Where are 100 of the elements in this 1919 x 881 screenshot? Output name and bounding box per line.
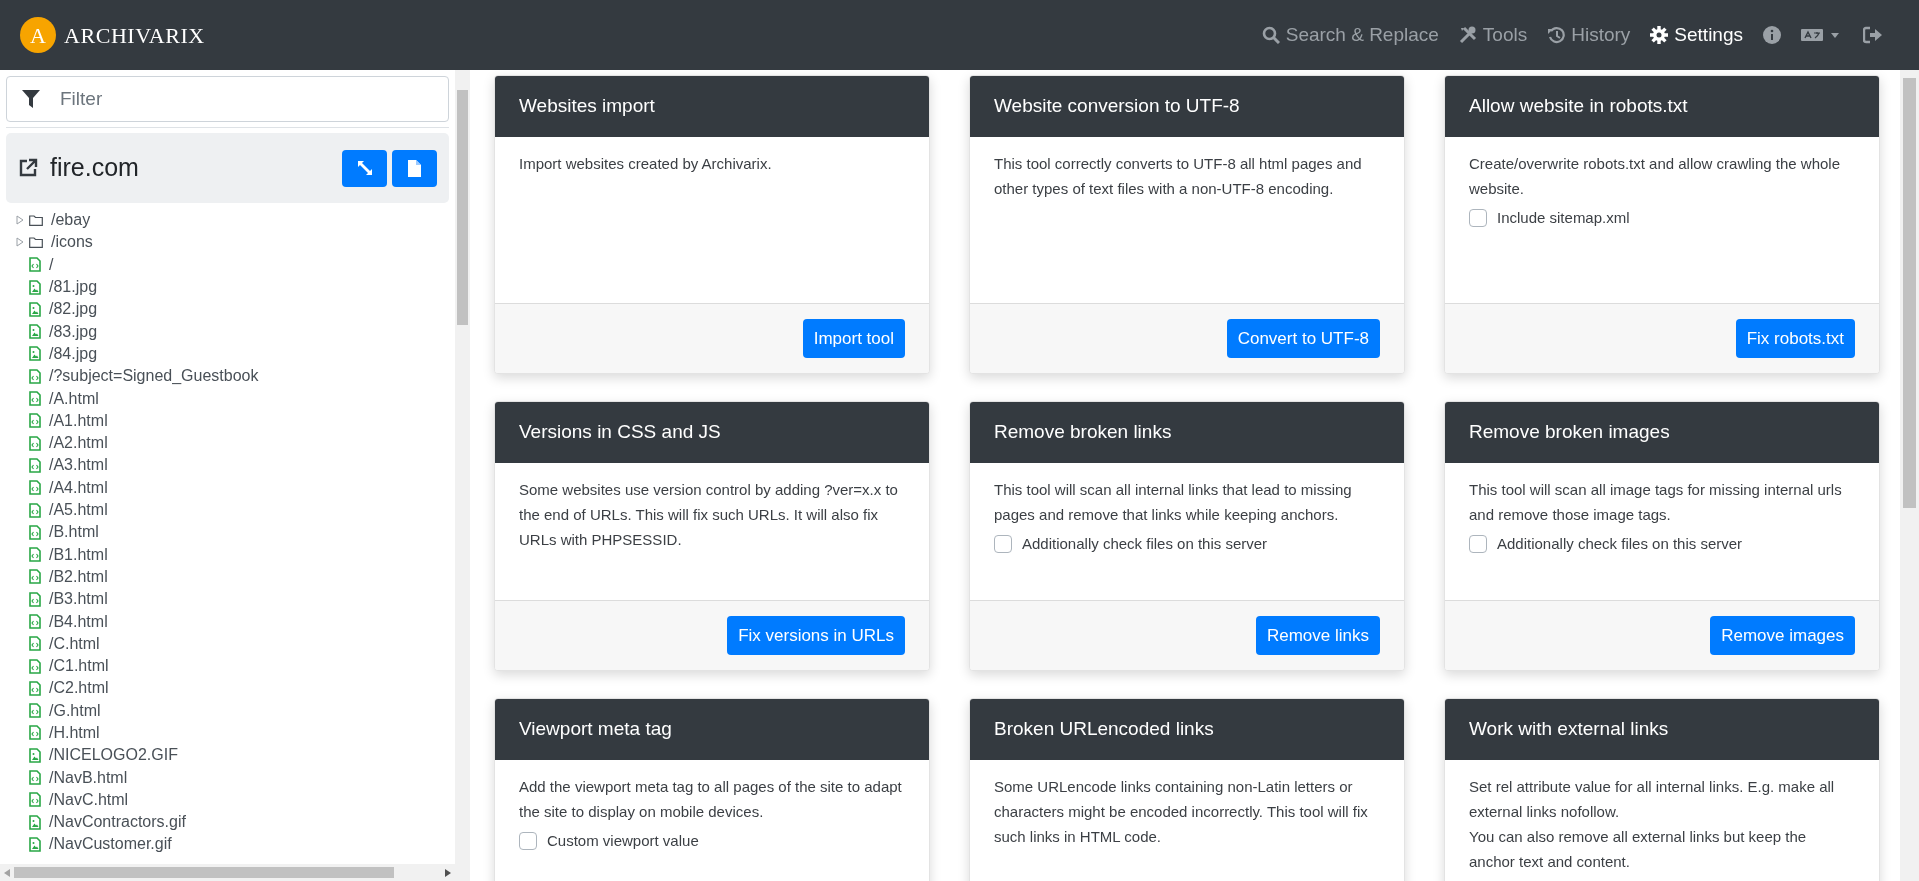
vertical-scrollbar[interactable] <box>455 70 470 881</box>
file-item[interactable]: /B4.html <box>49 609 108 634</box>
folder-item[interactable]: /icons <box>51 230 93 255</box>
file-item[interactable]: /?subject=Signed_Guestbook <box>49 364 259 389</box>
code-file-icon <box>29 435 41 451</box>
checkbox[interactable] <box>1469 208 1487 227</box>
nav-link[interactable]: Tools <box>1458 20 1528 50</box>
file-item[interactable]: /A3.html <box>49 453 108 478</box>
filter-icon <box>22 89 40 109</box>
action-button[interactable]: Import tool <box>802 319 905 358</box>
card-title: Viewport meta tag <box>519 717 672 742</box>
file-item[interactable]: /C1.html <box>49 654 109 679</box>
file-item[interactable]: /83.jpg <box>49 319 98 344</box>
file-item[interactable]: /B2.html <box>49 564 108 589</box>
card-description: Some URLencode links containing non-Latin letters or characters might be encoded incorrectly. This tool will fix such links in HTML code. <box>994 777 1369 847</box>
expand-arrows-icon <box>356 160 373 176</box>
card-description: This tool correctly converts to UTF-8 all html pages and other types of text files with a non-UTF-8 encoding. <box>994 154 1363 199</box>
file-item[interactable]: /A4.html <box>49 475 108 500</box>
expand-button[interactable] <box>342 149 387 187</box>
folder-item[interactable]: /ebay <box>51 208 91 233</box>
code-file-icon <box>29 547 41 563</box>
action-button[interactable]: Fix versions in URLs <box>727 616 905 655</box>
new-file-button[interactable] <box>392 149 437 187</box>
action-button[interactable]: Remove images <box>1710 616 1855 655</box>
file-item[interactable]: /A2.html <box>49 431 108 456</box>
external-link-icon[interactable] <box>18 158 38 178</box>
file-item[interactable]: /81.jpg <box>49 275 98 300</box>
folder-icon <box>29 214 43 227</box>
tools-icon <box>1458 26 1477 44</box>
file-item[interactable]: /NavContractors.gif <box>49 810 186 835</box>
checkbox[interactable] <box>994 534 1012 553</box>
checkbox[interactable] <box>519 831 537 850</box>
code-file-icon <box>29 391 41 406</box>
nav-link[interactable]: History <box>1547 20 1631 50</box>
history-icon <box>1547 26 1566 44</box>
action-button[interactable]: Convert to UTF-8 <box>1226 319 1380 358</box>
file-item[interactable]: / <box>49 252 54 277</box>
file-icon <box>408 159 421 177</box>
file-item[interactable]: /A.html <box>49 386 99 411</box>
file-item[interactable]: /82.jpg <box>49 297 98 322</box>
checkbox-label: Additionally check files on this server <box>1497 534 1743 554</box>
code-file-icon <box>29 680 41 696</box>
card-title: Versions in CSS and JS <box>519 420 721 445</box>
file-item[interactable]: /G.html <box>49 698 101 723</box>
file-item[interactable]: /84.jpg <box>49 341 98 366</box>
card-title: Remove broken links <box>994 420 1172 445</box>
file-item[interactable]: /C2.html <box>49 676 109 701</box>
checkbox-label: Additionally check files on this server <box>1022 534 1268 554</box>
horizontal-scrollbar[interactable] <box>0 864 455 881</box>
code-file-icon <box>29 591 41 607</box>
file-item[interactable]: /H.html <box>49 721 100 745</box>
checkbox-label: Include sitemap.xml <box>1497 208 1630 228</box>
card-title: Allow website in robots.txt <box>1469 94 1688 119</box>
info-icon[interactable] <box>1763 26 1781 44</box>
nav-link[interactable]: Settings <box>1650 20 1743 50</box>
code-file-icon <box>29 502 41 518</box>
code-file-icon <box>29 257 41 273</box>
file-item[interactable]: /B.html <box>49 520 99 545</box>
file-item[interactable]: /NavB.html <box>49 765 128 790</box>
code-file-icon <box>29 524 41 540</box>
code-file-icon <box>29 636 41 652</box>
code-file-icon <box>29 725 41 741</box>
image-file-icon <box>29 301 41 317</box>
logout-icon[interactable] <box>1863 26 1883 44</box>
scroll-left-icon[interactable] <box>4 868 10 877</box>
action-button[interactable]: Fix robots.txt <box>1735 319 1855 358</box>
file-item[interactable]: /NavC.html <box>49 787 129 812</box>
brand-name[interactable]: ARCHIVARIX <box>64 18 205 52</box>
filter-field[interactable]: Filter <box>6 76 449 122</box>
file-item[interactable]: /A1.html <box>49 408 108 433</box>
file-item[interactable]: /B3.html <box>49 587 108 612</box>
code-file-icon <box>29 413 41 429</box>
action-button[interactable]: Remove links <box>1255 616 1380 655</box>
folder-icon <box>29 236 43 249</box>
domain-title: fire.com <box>50 152 139 184</box>
file-item[interactable]: /B1.html <box>49 542 108 567</box>
card-description: You can also remove all external links but keep the anchor text and content. <box>1469 827 1808 872</box>
caret-right-icon[interactable] <box>16 237 24 248</box>
page-scrollbar[interactable] <box>1900 70 1919 881</box>
gear-icon <box>1650 26 1669 44</box>
card-description: Some websites use version control by adding ?ver=x.x to the end of URLs. This will fix such URLs. It will also fix URLs with PHPSESSID. <box>519 480 899 550</box>
code-file-icon <box>29 480 41 496</box>
nav-link[interactable]: Search & Replace <box>1261 20 1439 50</box>
image-file-icon <box>29 346 41 362</box>
file-item[interactable]: /NICELOGO2.GIF <box>49 743 178 768</box>
card-description: Set rel attribute value for all internal links. E.g. make all external links nofollow. <box>1469 777 1836 822</box>
file-item[interactable]: /NavCustomer.gif <box>49 832 172 857</box>
checkbox[interactable] <box>1469 534 1487 553</box>
file-item[interactable]: /A5.html <box>49 498 108 522</box>
image-file-icon <box>29 279 41 295</box>
card-description: This tool will scan all image tags for missing internal urls and remove those image tags. <box>1469 480 1843 525</box>
checkbox-label: Custom viewport value <box>547 831 699 851</box>
code-file-icon <box>29 569 41 585</box>
card-description: Create/overwrite robots.txt and allow crawling the whole website. <box>1469 154 1841 199</box>
card-description: Add the viewport meta tag to all pages of the site to adapt the site to display on mobile devices. <box>519 777 903 822</box>
file-item[interactable]: /C.html <box>49 631 100 656</box>
caret-right-icon[interactable] <box>16 215 24 226</box>
scroll-right-icon[interactable] <box>445 868 451 877</box>
code-file-icon <box>29 614 41 629</box>
card-title: Work with external links <box>1469 717 1669 742</box>
